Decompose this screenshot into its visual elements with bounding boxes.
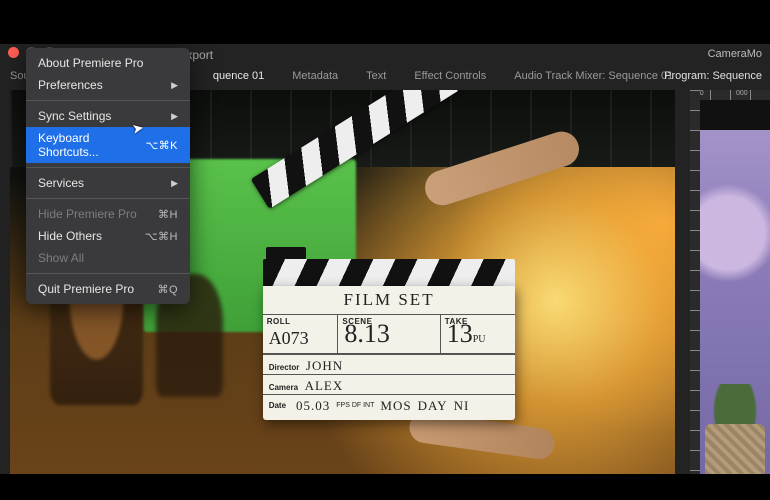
menu-item-label: Services — [38, 176, 84, 190]
chevron-right-icon: ▶ — [171, 80, 178, 91]
menu-item-shortcut: ⌘Q — [157, 283, 178, 296]
program-panel-tab[interactable]: Program: Sequence — [664, 70, 762, 82]
menu-item-services[interactable]: Services ▶ — [26, 172, 190, 194]
program-monitor[interactable]: 500 000 — [690, 90, 770, 474]
letterbox-top — [0, 0, 770, 44]
basket — [705, 424, 765, 474]
slate-take-cell: TAKE 13PU — [441, 315, 516, 353]
slate-nite: NI — [454, 398, 470, 414]
slate-camera-value: ALEX — [305, 378, 344, 393]
film-slate: FILM SET ROLL A073 SCENE 8.13 TAKE 13PU … — [263, 286, 516, 420]
slate-take-value: 13PU — [447, 325, 486, 349]
clapper-stripe — [263, 259, 516, 286]
slate-title: FILM SET — [263, 290, 516, 310]
menu-item-shortcut: ⌥⌘K — [145, 139, 178, 152]
slate-roll-label: ROLL — [267, 317, 334, 326]
menu-item-label: Keyboard Shortcuts... — [38, 131, 145, 159]
window-title-right: CameraMo — [708, 48, 762, 60]
chevron-right-icon: ▶ — [171, 111, 178, 122]
menu-item-label: About Premiere Pro — [38, 56, 143, 70]
slate-scene-value: 8.13 — [344, 325, 390, 343]
menu-item-show-all: Show All — [26, 247, 190, 269]
menu-item-shortcut: ⌘H — [158, 208, 178, 221]
slate-roll-value: A073 — [269, 329, 309, 347]
ruler-horizontal: 500 000 — [690, 90, 770, 100]
panel-tab-text[interactable]: Text — [366, 70, 386, 82]
menu-item-label: Hide Others — [38, 229, 102, 243]
menu-item-preferences[interactable]: Preferences ▶ — [26, 74, 190, 96]
menu-item-label: Preferences — [38, 78, 103, 92]
slate-director-label: Director — [269, 363, 300, 372]
ruler-vertical — [690, 90, 700, 474]
panel-tab-sequence[interactable]: quence 01 — [213, 70, 264, 82]
slate-camera-label: Camera — [269, 383, 298, 392]
menu-item-about-premiere-pro[interactable]: About Premiere Pro — [26, 52, 190, 74]
menu-item-keyboard-shortcuts[interactable]: Keyboard Shortcuts...⌥⌘K — [26, 127, 190, 163]
menu-item-label: Quit Premiere Pro — [38, 282, 134, 296]
menu-separator — [26, 100, 190, 101]
slate-date-value: 05.03 — [296, 398, 330, 414]
slate-director-value: JOHN — [306, 358, 343, 373]
slate-row: ROLL A073 SCENE 8.13 TAKE 13PU — [263, 314, 516, 354]
slate-fps-label: FPS DF INT — [336, 402, 374, 409]
slate-day: DAY — [418, 398, 448, 414]
menu-item-label: Show All — [38, 251, 84, 265]
panel-tab-audio-mixer[interactable]: Audio Track Mixer: Sequence 01 — [514, 70, 673, 82]
menu-item-sync-settings[interactable]: Sync Settings ▶ — [26, 105, 190, 127]
window-close-button[interactable] — [8, 47, 19, 58]
menu-item-label: Sync Settings — [38, 109, 111, 123]
slate-scene-cell: SCENE 8.13 — [338, 315, 440, 353]
menu-item-hide-premiere-pro: Hide Premiere Pro ⌘H — [26, 203, 190, 225]
menu-separator — [26, 273, 190, 274]
app-menu-dropdown: About Premiere ProPreferences▶Sync Setti… — [26, 48, 190, 304]
menu-item-shortcut: ⌥⌘H — [145, 230, 178, 243]
panel-tab-metadata[interactable]: Metadata — [292, 70, 338, 82]
program-video-frame — [700, 130, 770, 474]
mouse-cursor-icon: ➤ — [131, 119, 146, 138]
slate-date-line: Date 05.03 FPS DF INT MOS DAY NI — [263, 394, 516, 417]
ruler-tick: 000 — [736, 90, 748, 97]
menu-item-quit-premiere-pro[interactable]: Quit Premiere Pro ⌘Q — [26, 278, 190, 300]
slate-mos: MOS — [380, 398, 411, 414]
panel-tab-effect-controls[interactable]: Effect Controls — [414, 70, 486, 82]
slate-roll-cell: ROLL A073 — [263, 315, 339, 353]
menu-item-label: Hide Premiere Pro — [38, 207, 137, 221]
menu-separator — [26, 198, 190, 199]
chevron-right-icon: ▶ — [171, 178, 178, 189]
slate-date-label: Date — [269, 401, 286, 410]
menu-separator — [26, 167, 190, 168]
menu-item-hide-others[interactable]: Hide Others ⌥⌘H — [26, 225, 190, 247]
